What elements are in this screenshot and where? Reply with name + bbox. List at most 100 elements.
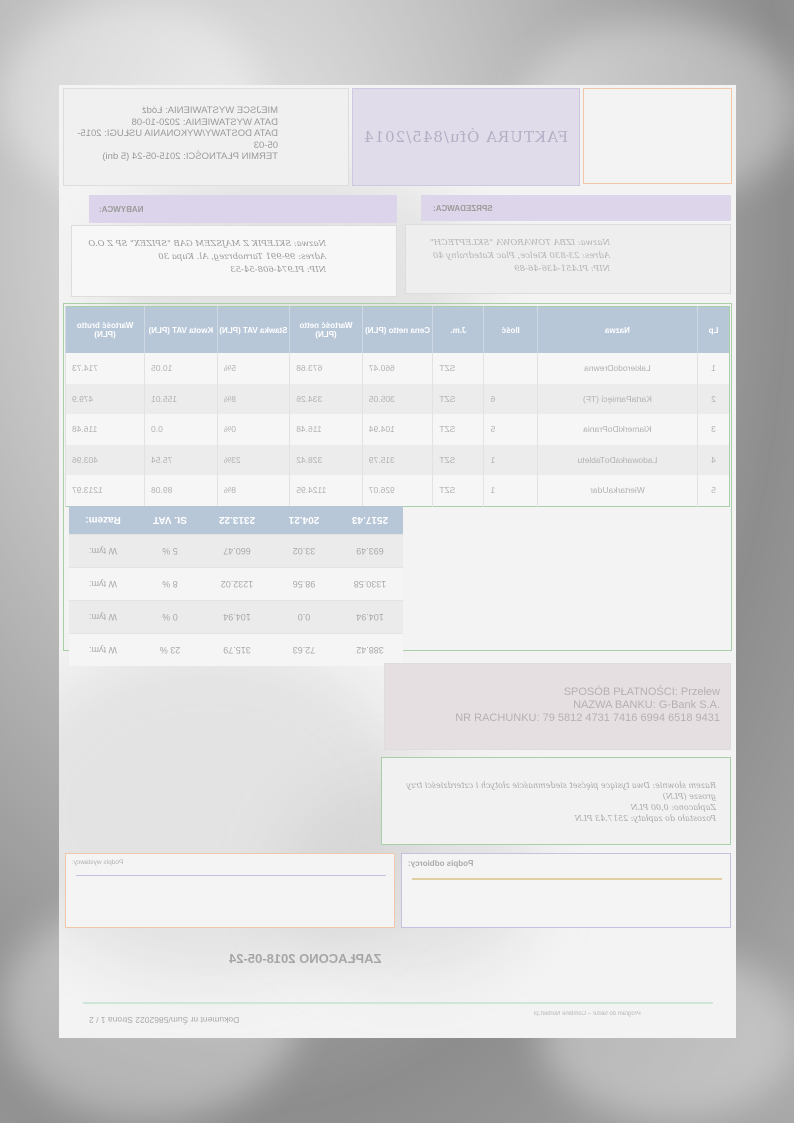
summary-gross-total: 2517.43: [337, 506, 403, 535]
cell: 116.48: [65, 414, 145, 445]
cell: 315.79: [362, 444, 433, 475]
cell: 388.42: [337, 633, 403, 666]
cell: 660.47: [203, 534, 271, 568]
cell: W tym:: [69, 534, 137, 568]
items-table: Lp Nazwa Ilość J.m. Cena netto (PLN) War…: [65, 306, 730, 507]
buyer-address: Adres: 99-991 Tarnobrzeg, Al. Kupa 30: [158, 252, 326, 262]
cell: 1232.02: [203, 567, 271, 601]
cell: 673.68: [289, 353, 363, 384]
cell: SZT: [432, 444, 484, 475]
cell: 1: [483, 444, 538, 475]
cell: WiertarkaUdar: [537, 475, 698, 506]
cell: 0 %: [137, 600, 203, 634]
footer-program: Program do faktur – Combine Norbert.pl: [534, 1011, 641, 1017]
cell: 0%: [217, 414, 290, 445]
seller-nip: NIP: PL451-436-46-89: [514, 264, 610, 274]
cell: 305.05: [362, 383, 433, 414]
issue-date: DATA WYSTAWIENIA: 2020-10-08: [131, 116, 278, 128]
cell: 72.63: [271, 633, 337, 666]
cell: W tym:: [69, 600, 137, 634]
cell: 116.48: [289, 414, 363, 445]
paid-stamp: ZAPŁACONO 2018-05-24: [229, 951, 382, 966]
cell: W tym:: [69, 567, 137, 601]
table-row: 1330.58 98.56 1232.02 8 % W tym:: [69, 567, 403, 601]
issue-info-box: MIEJSCE WYSTAWIENIA: Łódź DATA WYSTAWIEN…: [63, 88, 349, 186]
cell: 328.42: [289, 444, 363, 475]
col-price: Cena netto (PLN): [362, 306, 433, 353]
table-row: 2 KartaPamięci (TF) 6 SZT 305.05 334.26 …: [65, 383, 730, 414]
cell: 75.54: [144, 444, 218, 475]
col-gross: Wartość brutto (PLN): [65, 306, 145, 353]
table-row: 4 LadowarkaDoTabletu 1 SZT 315.79 328.42…: [65, 444, 730, 475]
invoice-title-box: FAKTURA Ófu/845/2014: [352, 88, 580, 186]
seller-box: Nazwa: IZBA TOWAROWA "SKLEPTECH" Adres: …: [405, 224, 731, 294]
footer-doc-number: Dokument nr Śum/5862022 Strona 1 / 2: [89, 1015, 240, 1025]
receiver-signature-label: Podpis odbiorcy:: [408, 859, 474, 868]
receiver-signature-box: Podpis odbiorcy:: [401, 853, 731, 928]
cell: 334.26: [289, 383, 363, 414]
cell: 926.07: [362, 475, 433, 506]
totals-box: Razem słownie: Dwa tysiące pięćset siede…: [381, 757, 731, 845]
cell: 315.79: [203, 633, 271, 666]
payment-method: SPOSÓB PŁATNOŚCI: Przelew: [563, 686, 720, 698]
cell: SZT: [432, 414, 484, 445]
cell: 5: [697, 475, 730, 506]
cell: 155.01: [144, 383, 218, 414]
cell: 89.08: [144, 475, 218, 506]
cell: 6: [483, 383, 538, 414]
cell: LakierodoDrewna: [537, 353, 698, 384]
account-number: NR RACHUNKU: 79 5812 4731 7416 6994 6518…: [455, 712, 720, 724]
cell: 5%: [217, 353, 290, 384]
table-row: 5 WiertarkaUdar 1 SZT 926.07 1124.95 8% …: [65, 475, 730, 506]
summary-net-total: 2313.22: [203, 506, 271, 535]
cell: 10.05: [144, 353, 218, 384]
invoice-page: MIEJSCE WYSTAWIENIA: Łódź DATA WYSTAWIEN…: [59, 85, 736, 1038]
table-row: 104.94 0.0 104.94 0 % W tym:: [69, 600, 403, 634]
summary-vat-total: 204.21: [271, 506, 337, 535]
cell: 714.73: [65, 353, 145, 384]
cell: 1: [697, 353, 730, 384]
seller-label: SPRZEDAWCA:: [433, 204, 493, 213]
col-name: Nazwa: [537, 306, 698, 353]
seller-name: Nazwa: IZBA TOWAROWA "SKLEPTECH": [429, 238, 610, 248]
cell: 8 %: [137, 567, 203, 601]
cell: KlamerkiDoPrania: [537, 414, 698, 445]
cell: 4: [697, 444, 730, 475]
cell: 1: [483, 475, 538, 506]
footer-divider: [83, 1002, 713, 1004]
cell: 5: [483, 414, 538, 445]
col-vat-amount: Kwota VAT (PLN): [144, 306, 218, 353]
cell: 8%: [217, 475, 290, 506]
cell: 104.94: [337, 600, 403, 634]
amount-paid: Zapłacono: 0,00 PLN: [630, 803, 716, 812]
summary-vat-rate-header: St. VAT: [137, 506, 203, 535]
summary-total-label: Razem:: [69, 506, 137, 535]
seller-address: Adres: 23-830 Kielce, Plac Katedralny 40: [432, 251, 610, 261]
cell: SZT: [432, 353, 484, 384]
cell: 3: [697, 414, 730, 445]
buyer-nip: NIP: PL974-608-54-53: [230, 265, 326, 275]
cell: 104.94: [362, 414, 433, 445]
col-lp: Lp: [697, 306, 730, 353]
buyer-label: NABYWCA:: [99, 205, 144, 214]
col-net: Wartość netto (PLN): [289, 306, 363, 353]
cell: 0.0: [144, 414, 218, 445]
col-vat-rate: Stawka VAT (PLN): [217, 306, 290, 353]
cell: SZT: [432, 383, 484, 414]
table-row: 693.49 33.02 660.47 5 % W tym:: [69, 534, 403, 568]
cell: 8%: [217, 383, 290, 414]
col-unit: J.m.: [432, 306, 484, 353]
cell: W tym:: [69, 633, 137, 666]
cell: [483, 353, 538, 384]
cell: 693.49: [337, 534, 403, 568]
cell: SZT: [432, 475, 484, 506]
cell: KartaPamięci (TF): [537, 383, 698, 414]
cell: 23 %: [137, 633, 203, 666]
cell: 98.56: [271, 567, 337, 601]
vat-summary-table: 388.42 72.63 315.79 23 % W tym: 104.94 0…: [69, 506, 403, 666]
bank-name: NAZWA BANKU: G-Bank S.A.: [573, 699, 720, 711]
cell: 1124.95: [289, 475, 363, 506]
cell: 1330.58: [337, 567, 403, 601]
cell: 479.9: [65, 383, 145, 414]
issue-place: MIEJSCE WYSTAWIENIA: Łódź: [141, 105, 278, 116]
